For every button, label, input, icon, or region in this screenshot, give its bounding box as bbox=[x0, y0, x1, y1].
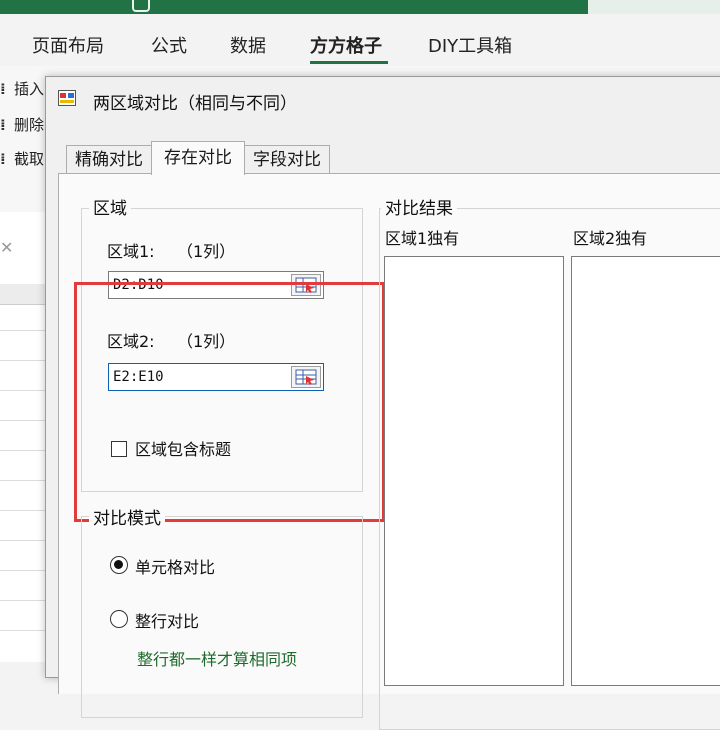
range2-unique-list[interactable] bbox=[571, 256, 720, 686]
excel-title-bar bbox=[0, 0, 720, 14]
tab-formulas[interactable]: 公式 bbox=[151, 32, 187, 58]
table-row[interactable] bbox=[0, 630, 48, 631]
result-col2-header: 区域2独有 bbox=[573, 229, 648, 248]
table-row[interactable] bbox=[0, 540, 48, 541]
tab-diy-toolbox[interactable]: DIY工具箱 bbox=[428, 32, 512, 58]
table-row[interactable] bbox=[0, 510, 48, 511]
tab-field-compare[interactable]: 字段对比 bbox=[244, 145, 330, 174]
extract-button[interactable]: ⁞ 截取 bbox=[0, 148, 44, 169]
range1-unique-list[interactable] bbox=[384, 256, 564, 686]
insert-icon: ⁞ bbox=[0, 80, 6, 98]
table-row[interactable] bbox=[0, 600, 48, 601]
table-row[interactable] bbox=[0, 480, 48, 481]
column-header[interactable] bbox=[0, 284, 48, 305]
cell-compare-label: 单元格对比 bbox=[135, 558, 216, 577]
table-row[interactable] bbox=[0, 420, 48, 421]
tab-existence-compare[interactable]: 存在对比 bbox=[151, 141, 245, 175]
dialog-title: 两区域对比（相同与不同） bbox=[93, 94, 297, 114]
table-row[interactable] bbox=[0, 390, 48, 391]
row-compare-radio[interactable] bbox=[110, 610, 128, 628]
extract-icon: ⁞ bbox=[0, 150, 6, 168]
compare-dialog: 两区域对比（相同与不同） 精确对比 存在对比 字段对比 区域 区域1: （1列）… bbox=[45, 76, 720, 730]
include-header-label: 区域包含标题 bbox=[135, 440, 232, 459]
tab-page-layout[interactable]: 页面布局 bbox=[32, 32, 104, 58]
active-tab-indicator bbox=[310, 61, 388, 64]
result-group-label: 对比结果 bbox=[381, 194, 457, 219]
row-compare-note: 整行都一样才算相同项 bbox=[137, 650, 298, 669]
area-group-label: 区域 bbox=[89, 194, 131, 219]
annotation-highlight-box bbox=[74, 282, 385, 522]
result-col1-header: 区域1独有 bbox=[385, 229, 460, 248]
cell-compare-radio[interactable] bbox=[110, 556, 128, 574]
delete-icon: ⁞ bbox=[0, 116, 6, 134]
delete-button[interactable]: ⁞ 删除 bbox=[0, 114, 44, 135]
save-icon[interactable] bbox=[132, 0, 150, 12]
tab-exact-compare[interactable]: 精确对比 bbox=[66, 145, 152, 174]
tab-fangfang[interactable]: 方方格子 bbox=[310, 32, 382, 58]
table-row[interactable] bbox=[0, 360, 48, 361]
cancel-formula-icon[interactable]: ✕ bbox=[0, 238, 13, 257]
row-compare-label: 整行对比 bbox=[135, 612, 200, 631]
ribbon-tabs: 页面布局 公式 数据 方方格子 DIY工具箱 bbox=[0, 14, 720, 66]
spreadsheet-grid[interactable]: ✕ bbox=[0, 212, 48, 662]
share-button[interactable] bbox=[588, 0, 720, 14]
dialog-app-icon bbox=[58, 90, 76, 106]
table-row[interactable] bbox=[0, 570, 48, 571]
tab-data[interactable]: 数据 bbox=[230, 32, 266, 58]
insert-button[interactable]: ⁞ 插入 bbox=[0, 78, 44, 99]
mode-group-label: 对比模式 bbox=[89, 504, 165, 529]
range1-label: 区域1: bbox=[107, 242, 155, 261]
table-row[interactable] bbox=[0, 450, 48, 451]
range1-count: （1列） bbox=[177, 242, 236, 261]
tab-panel: 区域 区域1: （1列） 区域2: （1列） bbox=[58, 173, 720, 730]
table-row[interactable] bbox=[0, 330, 48, 331]
include-header-checkbox[interactable] bbox=[111, 441, 127, 457]
